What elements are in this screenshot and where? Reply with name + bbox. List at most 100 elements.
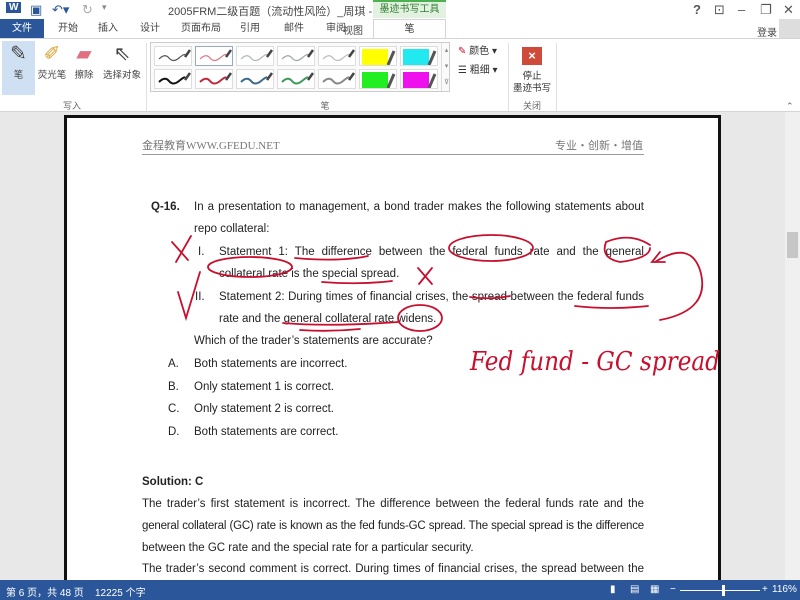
statement-line: Statement 2: During times of financial c… [219, 291, 644, 303]
zoom-level[interactable]: 116% [772, 584, 797, 595]
page[interactable]: 金程教育WWW.GFEDU.NET 专业・创新・增值 Q-16. In a pr… [64, 115, 721, 580]
select-objects-button[interactable]: ⇖ 选择对象 [100, 41, 144, 81]
group-label-close: 关闭 [522, 101, 541, 111]
pen-swatch[interactable] [400, 69, 438, 89]
title-bar: W ▣ ↶▾ ↻ ▾ 2005FRM二级百题（流动性风险）_周琪 - Word … [0, 0, 800, 20]
solution-line: between the GC rate and the special rate… [142, 542, 474, 554]
pen-weight-label: 粗细 [469, 65, 490, 76]
option-letter: C. [168, 403, 180, 415]
pen-color-dropdown[interactable]: ✎ 颜色 ▾ [458, 42, 497, 57]
close-button[interactable]: ✕ [783, 2, 794, 18]
stop-label-2: 墨迹书写 [512, 83, 551, 94]
cursor-arrow-icon: ⇖ [113, 43, 131, 65]
pen-swatch[interactable] [359, 46, 397, 66]
select-objects-label: 选择对象 [102, 70, 141, 81]
pen-swatch[interactable] [400, 46, 438, 66]
status-bar: 第 6 页，共 48 页 12225 个字 ▮ ▤ ▦ − + 116% [0, 580, 800, 600]
tab-view[interactable]: 视图 [343, 22, 363, 37]
save-icon[interactable]: ▣ [30, 2, 42, 18]
statement-line: collateral rate is the special spread. [219, 268, 400, 280]
collapse-ribbon-icon[interactable]: ⌃ [786, 101, 794, 112]
customize-qat-icon[interactable]: ▾ [102, 2, 107, 13]
zoom-slider[interactable] [680, 590, 760, 591]
restore-button[interactable]: ❐ [760, 2, 772, 18]
eraser-button[interactable]: ▰ 擦除 [70, 41, 98, 81]
pen-swatch[interactable] [236, 46, 274, 66]
option-text: Only statement 2 is correct. [194, 403, 334, 415]
word-logo-icon: W [6, 2, 22, 13]
statement-number: II. [195, 291, 205, 303]
stop-inking-button[interactable]: 停止 墨迹书写 [508, 71, 556, 95]
highlighter-icon: ✐ [43, 43, 61, 65]
pen-swatch[interactable] [195, 69, 233, 89]
header-right: 专业・创新・增值 [555, 140, 643, 152]
zoom-out-button[interactable]: − [670, 584, 676, 595]
scrollbar-thumb[interactable] [787, 232, 798, 258]
help-icon[interactable]: ? [693, 2, 701, 17]
word-count[interactable]: 12225 个字 [95, 584, 146, 599]
gallery-scroll[interactable]: ▴ ▾ ⊽ [441, 43, 451, 91]
redo-icon[interactable]: ↻ [82, 2, 93, 18]
highlighter-label: 荧光笔 [37, 70, 67, 81]
page-count[interactable]: 第 6 页，共 48 页 [6, 584, 84, 599]
solution-line: The trader’s first statement is incorrec… [142, 498, 644, 510]
avatar[interactable] [779, 19, 800, 38]
option-letter: D. [168, 426, 180, 438]
option-text: Only statement 1 is correct. [194, 381, 334, 393]
eraser-label: 擦除 [74, 70, 94, 81]
pen-swatch[interactable] [154, 69, 192, 89]
print-layout-icon[interactable]: ▤ [630, 584, 639, 595]
pen-tool-button[interactable]: ✎ 笔 [2, 41, 35, 95]
vertical-scrollbar[interactable] [785, 112, 800, 580]
undo-icon[interactable]: ↶▾ [52, 2, 69, 18]
tab-insert[interactable]: 插入 [92, 19, 124, 39]
pen-swatch[interactable] [318, 46, 356, 66]
tab-mailings[interactable]: 邮件 [278, 19, 310, 39]
pen-swatch[interactable] [277, 69, 315, 89]
ribbon-tabs: 文件 开始 插入 设计 页面布局 引用 邮件 审阅 笔 [0, 19, 800, 39]
header-left: 金程教育WWW.GFEDU.NET [142, 140, 280, 152]
group-label-write: 写入 [62, 101, 81, 111]
highlighter-button[interactable]: ✐ 荧光笔 [36, 41, 68, 81]
tab-design[interactable]: 设计 [134, 19, 166, 39]
web-layout-icon[interactable]: ▦ [650, 584, 659, 595]
tab-references[interactable]: 引用 [234, 19, 266, 39]
statement-line: rate and the general collateral rate wid… [219, 313, 437, 325]
stop-label-1: 停止 [522, 71, 542, 82]
solution-line: The trader’s second comment is correct. … [142, 563, 644, 575]
question-prompt: Which of the trader’s statements are acc… [194, 335, 433, 347]
ink-tools-context-tab: 墨迹书写工具 [373, 0, 446, 18]
question-number: Q-16. [151, 201, 180, 213]
tab-home[interactable]: 开始 [52, 19, 84, 39]
sign-in-link[interactable]: 登录 [757, 24, 777, 39]
question-line: In a presentation to management, a bond … [194, 201, 644, 213]
solution-title: Solution: C [142, 476, 204, 488]
zoom-in-button[interactable]: + [762, 584, 768, 595]
pen-swatch[interactable] [277, 46, 315, 66]
pen-swatch[interactable] [236, 69, 274, 89]
stop-inking-icon[interactable]: × [522, 47, 542, 65]
zoom-slider-thumb[interactable] [721, 585, 725, 596]
pen-swatch[interactable] [195, 46, 233, 66]
question-line: repo collateral: [194, 223, 270, 235]
solution-line: general collateral (GC) rate is known as… [142, 520, 644, 532]
read-mode-icon[interactable]: ▮ [610, 584, 616, 595]
group-label-pens: 笔 [320, 101, 330, 111]
pen-swatch[interactable] [318, 69, 356, 89]
tab-pen[interactable]: 笔 [373, 19, 446, 39]
ribbon-display-icon[interactable]: ⊡ [714, 2, 725, 18]
pen-weight-dropdown[interactable]: ☰ 粗细 ▾ [458, 61, 498, 76]
pen-swatch[interactable] [154, 46, 192, 66]
pen-icon: ✎ [10, 43, 27, 65]
tab-layout[interactable]: 页面布局 [176, 19, 226, 39]
pen-color-icon: ✎ [458, 46, 470, 57]
option-letter: B. [168, 381, 179, 393]
pen-swatch[interactable] [359, 69, 397, 89]
tab-file[interactable]: 文件 [0, 19, 44, 39]
eraser-icon: ▰ [76, 43, 92, 65]
pen-gallery [150, 42, 450, 92]
line-weight-icon: ☰ [458, 65, 470, 76]
statement-number: I. [198, 246, 205, 258]
minimize-button[interactable]: – [738, 2, 745, 17]
option-text: Both statements are correct. [194, 426, 339, 438]
